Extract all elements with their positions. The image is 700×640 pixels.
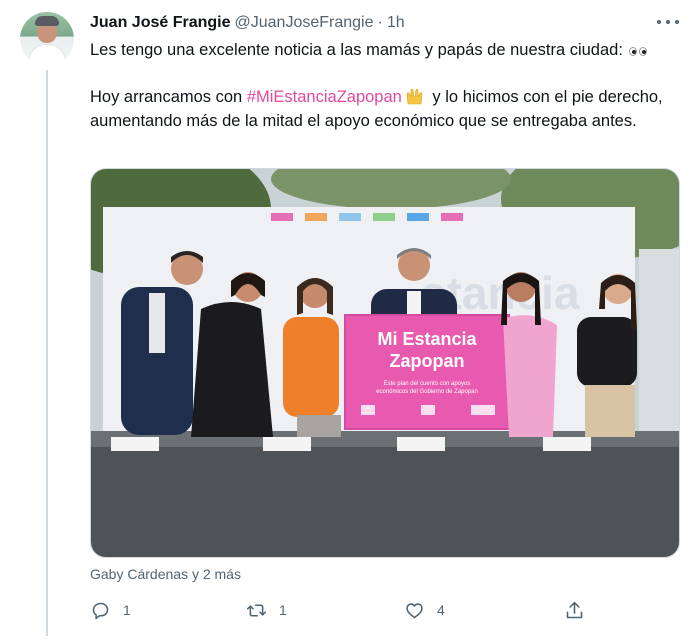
eyes-emoji-icon xyxy=(628,39,649,63)
banner-title-2: Zapopan xyxy=(390,351,465,371)
hashtag-link[interactable]: #MiEstanciaZapopan xyxy=(247,88,402,106)
reply-button[interactable]: 1 xyxy=(90,598,131,622)
separator-dot: · xyxy=(377,14,383,31)
like-button[interactable]: 4 xyxy=(404,598,445,622)
photo-illustration: stancia Mi Estancia Zapopan Este plan de… xyxy=(91,169,679,557)
tweet-time[interactable]: 1h xyxy=(387,14,405,32)
tweet-text-paragraph2: Hoy arrancamos con #MiEstanciaZapopan y … xyxy=(90,85,690,133)
retweet-icon xyxy=(246,603,267,617)
retweet-count: 1 xyxy=(279,602,287,618)
more-icon[interactable] xyxy=(657,14,679,30)
tweet-text-line1: Les tengo una excelente noticia a las ma… xyxy=(90,38,690,63)
tweet-text-1: Les tengo una excelente noticia a las ma… xyxy=(90,41,623,59)
tagged-people[interactable]: Gaby Cárdenas y 2 más xyxy=(90,566,241,582)
share-button[interactable] xyxy=(564,598,585,622)
tweet-text-2a: Hoy arrancamos con xyxy=(90,88,247,106)
banner-title-1: Mi Estancia xyxy=(377,329,477,349)
reply-icon xyxy=(92,602,109,619)
avatar[interactable] xyxy=(20,12,74,66)
author-handle[interactable]: @JuanJoseFrangie xyxy=(235,14,374,32)
like-count: 4 xyxy=(437,602,445,618)
thread-line xyxy=(46,70,48,636)
banner-subtitle-2: económicos del Gobierno de Zapopan xyxy=(376,389,478,395)
avatar-shirt xyxy=(28,44,66,66)
tweet-photo[interactable]: stancia Mi Estancia Zapopan Este plan de… xyxy=(90,168,680,558)
tweet-header: Juan José Frangie @JuanJoseFrangie · 1h xyxy=(90,13,405,33)
banner-subtitle-1: Este plan del cuento con apoyos xyxy=(384,381,471,387)
retweet-button[interactable]: 1 xyxy=(246,598,287,622)
share-icon xyxy=(566,601,583,618)
author-name[interactable]: Juan José Frangie xyxy=(90,14,231,32)
avatar-hair xyxy=(35,16,59,26)
like-icon xyxy=(406,602,423,618)
action-bar: 1 1 4 xyxy=(90,598,590,622)
raising-hands-emoji-icon xyxy=(406,88,423,105)
reply-count: 1 xyxy=(123,602,131,618)
